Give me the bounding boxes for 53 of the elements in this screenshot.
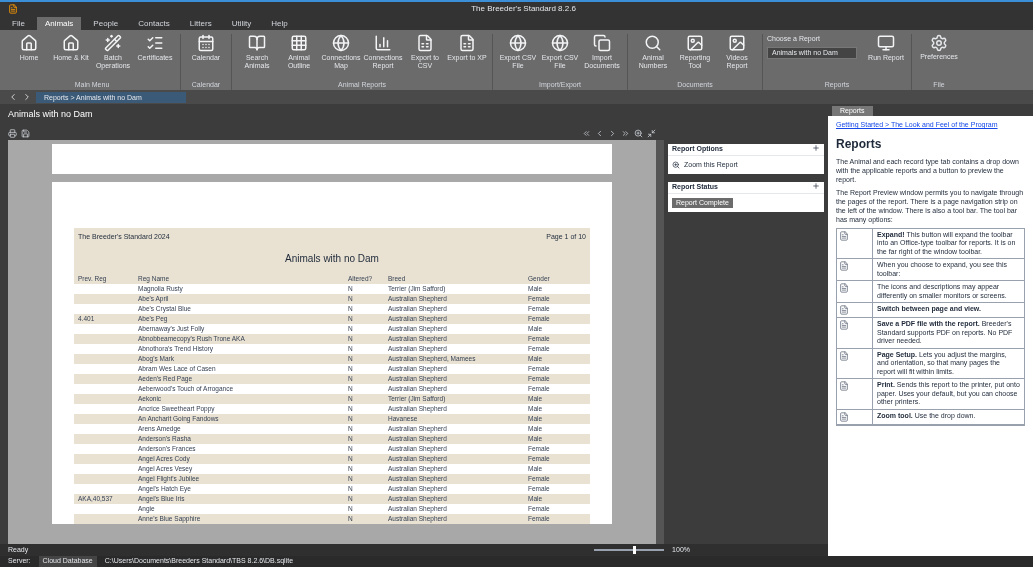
spreadsheet-icon bbox=[416, 34, 434, 52]
ribbon-tab[interactable]: Litters bbox=[181, 17, 220, 30]
toolbar-icon bbox=[839, 350, 849, 361]
toolbar-icon bbox=[839, 230, 849, 241]
book-icon bbox=[248, 34, 266, 52]
grid-icon bbox=[290, 34, 308, 52]
window-title: The Breeder's Standard 8.2.6 bbox=[470, 3, 577, 15]
globe-icon bbox=[332, 34, 350, 52]
ribbon-tab[interactable]: Contacts bbox=[130, 17, 178, 30]
save-icon[interactable] bbox=[21, 128, 30, 138]
plus-icon[interactable] bbox=[812, 182, 820, 190]
picture-icon bbox=[728, 34, 746, 52]
ribbon-tab[interactable]: People bbox=[85, 17, 127, 30]
ribbon-tab[interactable]: File bbox=[4, 17, 33, 30]
toolbar-icon bbox=[839, 305, 849, 315]
zoom-icon bbox=[672, 160, 680, 169]
calendar-icon bbox=[197, 34, 215, 52]
house-icon bbox=[62, 34, 80, 52]
bar-chart-icon bbox=[374, 34, 392, 52]
print-icon[interactable] bbox=[8, 128, 17, 138]
ribbon-tab[interactable]: Utility bbox=[223, 17, 260, 30]
monitor-icon bbox=[877, 34, 895, 52]
back-icon[interactable] bbox=[8, 92, 18, 102]
spreadsheet-icon bbox=[458, 34, 476, 52]
toolbar-icon bbox=[839, 411, 849, 422]
picture-icon bbox=[686, 34, 704, 52]
zoom-icon[interactable] bbox=[634, 128, 643, 138]
toolbar-icon bbox=[839, 381, 849, 391]
toolbar-icon bbox=[839, 283, 849, 293]
forward-icon[interactable] bbox=[22, 92, 32, 102]
help-heading: Reports bbox=[836, 135, 883, 153]
wand-icon bbox=[104, 34, 122, 52]
toolbar-icon bbox=[839, 320, 849, 330]
toolbar-icon bbox=[839, 261, 849, 271]
scroll-bar[interactable] bbox=[656, 140, 664, 544]
settings-icon bbox=[930, 34, 948, 52]
home-icon bbox=[20, 34, 38, 52]
search-icon bbox=[644, 34, 662, 52]
report-title: Animals with no Dam bbox=[284, 251, 380, 266]
document-title: Animals with no Dam bbox=[8, 108, 93, 122]
globe-icon bbox=[551, 34, 569, 52]
copy-icon bbox=[593, 34, 611, 52]
last-page-icon[interactable] bbox=[621, 128, 630, 138]
next-page-icon[interactable] bbox=[608, 128, 617, 138]
first-page-icon[interactable] bbox=[582, 128, 591, 138]
ribbon-tab[interactable]: Help bbox=[263, 17, 296, 30]
app-icon bbox=[8, 4, 18, 14]
ribbon-tab[interactable]: Animals bbox=[36, 17, 82, 30]
plus-icon[interactable] bbox=[812, 144, 820, 152]
list-icon bbox=[146, 34, 164, 52]
previous-page-icon[interactable] bbox=[595, 128, 604, 138]
globe-icon bbox=[509, 34, 527, 52]
expand-icon[interactable] bbox=[647, 128, 656, 138]
